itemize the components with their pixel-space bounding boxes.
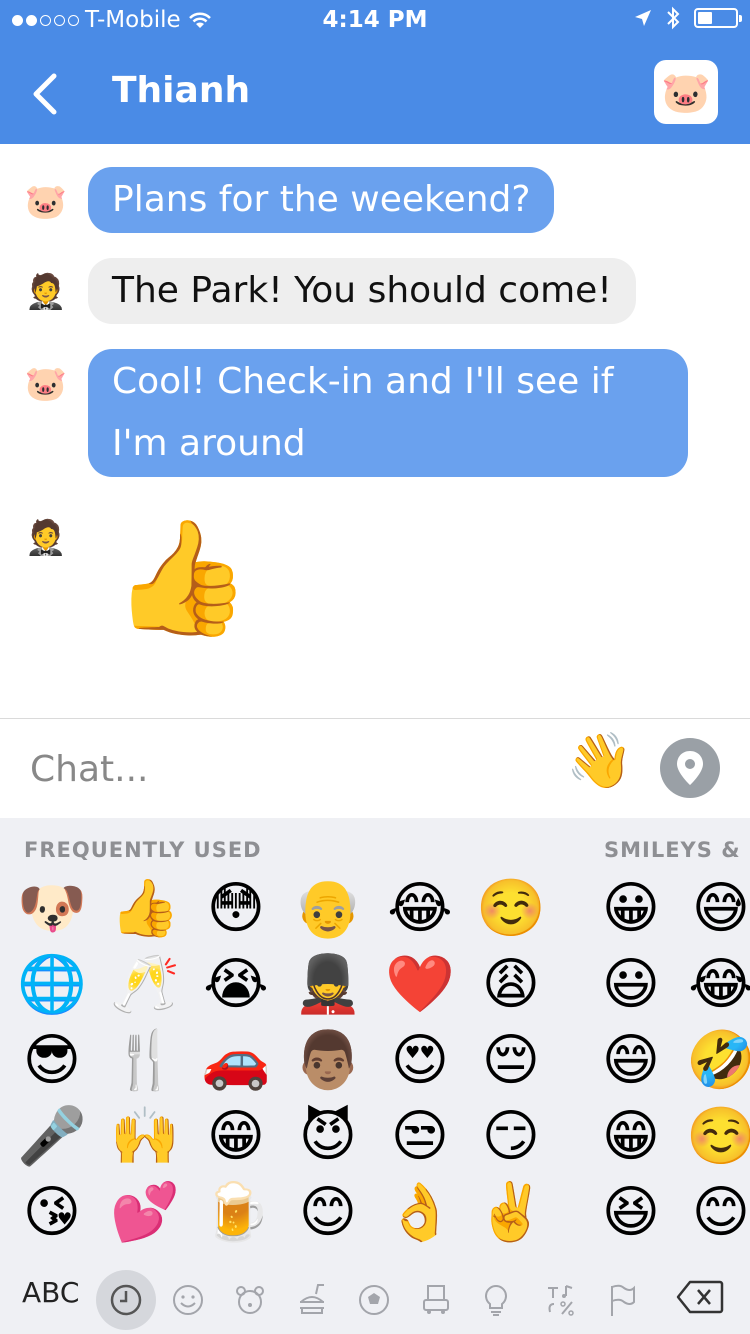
sender-avatar: 🐷 [24, 182, 68, 222]
emoji-key[interactable]: 😆 [596, 1178, 666, 1248]
emoji-key[interactable]: 👌 [385, 1178, 455, 1248]
emoji-key[interactable]: 😄 [596, 1026, 666, 1096]
chat-input[interactable] [30, 744, 530, 794]
wave-icon[interactable]: 👋 [566, 734, 633, 788]
animals-category-icon[interactable] [224, 1274, 276, 1326]
food-category-icon[interactable] [286, 1274, 338, 1326]
back-chevron-icon[interactable] [26, 70, 66, 118]
travel-category-icon[interactable] [410, 1274, 462, 1326]
emoji-keyboard: FREQUENTLY USED SMILEYS & P 🐶 🌐 😎 🎤 😘 👍 … [0, 818, 750, 1334]
emoji-key[interactable]: 😀 [596, 874, 666, 944]
emoji-key[interactable]: 😁 [201, 1102, 271, 1172]
emoji-key[interactable]: 😅 [686, 874, 750, 944]
chat-header: T-Mobile 4:14 PM Thianh 🐷 [0, 0, 750, 144]
emoji-key[interactable]: ☺️ [476, 874, 546, 944]
emoji-key[interactable]: 👴 [293, 874, 363, 944]
emoji-key[interactable]: 😃 [596, 950, 666, 1020]
emoji-key[interactable]: 💕 [110, 1178, 180, 1248]
emoji-key[interactable]: 👍 [110, 874, 180, 944]
emoji-key[interactable]: 🚗 [201, 1026, 271, 1096]
sender-avatar: 🤵 [24, 518, 68, 558]
location-arrow-icon [635, 10, 651, 26]
emoji-key[interactable]: 😭 [201, 950, 271, 1020]
emoji-key[interactable]: ❤️ [385, 950, 455, 1020]
emoji-grid: 🐶 🌐 😎 🎤 😘 👍 🥂 🍴 🙌 💕 😳 😭 🚗 😁 🍺 👴 💂 👨🏽 😈 😊… [0, 874, 750, 1274]
emoji-key[interactable]: 😩 [476, 950, 546, 1020]
section-label-frequent: FREQUENTLY USED [24, 838, 262, 862]
input-divider [0, 718, 750, 719]
emoji-key[interactable]: 🐶 [17, 874, 87, 944]
emoji-key[interactable]: 😔 [476, 1026, 546, 1096]
message-bubble: The Park! You should come! [88, 258, 636, 324]
emoji-key[interactable]: 😊 [293, 1178, 363, 1248]
contact-avatar-button[interactable]: 🐷 [654, 60, 718, 124]
emoji-key[interactable]: 😘 [17, 1178, 87, 1248]
smileys-category-icon[interactable] [162, 1274, 214, 1326]
emoji-key[interactable]: 😂 [686, 950, 750, 1020]
status-bar: T-Mobile 4:14 PM [0, 0, 750, 40]
emoji-key[interactable]: 😁 [596, 1102, 666, 1172]
emoji-key[interactable]: 😍 [385, 1026, 455, 1096]
flags-category-icon[interactable] [596, 1274, 648, 1326]
sender-avatar: 🐷 [24, 364, 68, 404]
recent-clock-icon[interactable] [96, 1270, 156, 1330]
delete-backspace-icon[interactable] [676, 1280, 724, 1314]
activity-category-icon[interactable] [348, 1274, 400, 1326]
emoji-key[interactable]: 😒 [385, 1102, 455, 1172]
contact-name: Thianh [112, 70, 251, 111]
emoji-key[interactable]: 👨🏽 [293, 1026, 363, 1096]
status-right-group [634, 6, 742, 30]
sender-avatar: 🤵 [24, 272, 68, 312]
emoji-key[interactable]: ☺️ [686, 1102, 750, 1172]
objects-lightbulb-icon[interactable] [470, 1274, 522, 1326]
emoji-key[interactable]: 🌐 [17, 950, 87, 1020]
emoji-key[interactable]: 😂 [385, 874, 455, 944]
thumbs-up-message: 👍 [112, 513, 252, 643]
emoji-key[interactable]: 😊 [686, 1178, 750, 1248]
emoji-key[interactable]: 😈 [293, 1102, 363, 1172]
battery-icon [694, 8, 742, 28]
emoji-key[interactable]: 🤣 [686, 1026, 750, 1096]
emoji-key[interactable]: 🙌 [110, 1102, 180, 1172]
keyboard-category-bar: ABC [0, 1264, 750, 1334]
emoji-key[interactable]: 🍴 [110, 1026, 180, 1096]
message-bubble: Cool! Check-in and I'll see if I'm aroun… [88, 349, 688, 477]
message-bubble: Plans for the weekend? [88, 167, 555, 233]
emoji-key[interactable]: 🥂 [110, 950, 180, 1020]
emoji-key[interactable]: 🎤 [17, 1102, 87, 1172]
emoji-key[interactable]: ✌️ [476, 1178, 546, 1248]
emoji-key[interactable]: 😳 [201, 874, 271, 944]
emoji-key[interactable]: 🍺 [201, 1178, 271, 1248]
emoji-key[interactable]: 😎 [17, 1026, 87, 1096]
abc-button[interactable]: ABC [22, 1276, 79, 1309]
section-label-smileys: SMILEYS & P [604, 838, 750, 862]
bluetooth-icon [667, 6, 680, 30]
emoji-key[interactable]: 💂 [293, 950, 363, 1020]
symbols-category-icon[interactable] [534, 1274, 586, 1326]
emoji-key[interactable]: 😏 [476, 1102, 546, 1172]
location-pin-icon[interactable] [660, 738, 720, 798]
